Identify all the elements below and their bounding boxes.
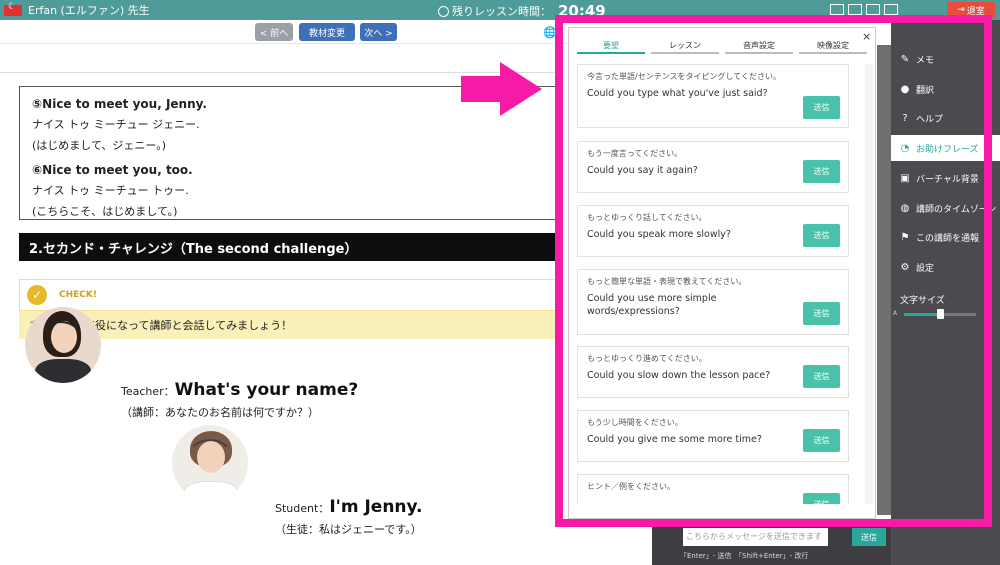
teacher-speech: Teacher：What's your name? （講師：あなたのお名前は何で… bbox=[121, 380, 358, 420]
check-header: ✓ CHECK! bbox=[19, 279, 560, 311]
dialog-line-kana: ナイス トゥ ミーチュー ジェニー. bbox=[32, 118, 200, 131]
chat-send-button[interactable]: 送信 bbox=[852, 528, 886, 546]
clock-icon bbox=[438, 5, 449, 17]
highlight-arrow-head bbox=[500, 62, 542, 116]
teacher-phrase: What's your name? bbox=[174, 380, 359, 400]
teacher-translation: （講師：あなたのお名前は何ですか？） bbox=[121, 406, 319, 419]
layout-1-icon[interactable] bbox=[830, 4, 844, 15]
section-title: 2.セカンド・チャレンジ（The second challenge） bbox=[19, 233, 560, 261]
highlight-arrow-body bbox=[461, 76, 503, 102]
check-label: CHECK! bbox=[59, 290, 97, 300]
student-speech: Student：I'm Jenny. （生徒：私はジェニーです。） bbox=[275, 497, 423, 537]
exit-icon: ⇥ bbox=[957, 5, 965, 15]
next-button[interactable]: 次へ > bbox=[360, 23, 397, 41]
dialog-line-jp: (はじめまして、ジェニー。) bbox=[32, 139, 167, 152]
teacher-avatar bbox=[25, 307, 101, 383]
change-material-button[interactable]: 教材変更 bbox=[299, 23, 355, 41]
lesson-content: ⑤Nice to meet you, Jenny. ナイス トゥ ミーチュー ジ… bbox=[0, 44, 560, 565]
layout-3-icon[interactable] bbox=[866, 4, 880, 15]
dialog-line-jp: (こちらこそ、はじめまして。) bbox=[32, 205, 178, 218]
teacher-role: Teacher： bbox=[121, 385, 175, 398]
material-nav: < 前へ 教材変更 次へ > 🌐 bbox=[0, 20, 650, 44]
student-avatar bbox=[172, 425, 248, 501]
turkey-flag-icon bbox=[4, 2, 22, 16]
prev-button[interactable]: < 前へ bbox=[255, 23, 293, 41]
dialog-line-kana: ナイス トゥ ミーチュー トゥー. bbox=[32, 184, 189, 197]
chat-input[interactable]: こちらからメッセージを送信できます bbox=[683, 528, 828, 546]
dialog-line-en: ⑥Nice to meet you, too. bbox=[32, 163, 193, 177]
layout-switcher bbox=[830, 4, 898, 15]
highlight-frame bbox=[555, 15, 992, 527]
layout-4-icon[interactable] bbox=[884, 4, 898, 15]
remaining-label: 残りレッスン時間： bbox=[452, 5, 551, 18]
check-instruction: あなたが生徒役になって講師と会話してみましょう！ bbox=[19, 311, 560, 339]
dialog-box: ⑤Nice to meet you, Jenny. ナイス トゥ ミーチュー ジ… bbox=[19, 86, 559, 220]
teacher-name: Erfan (エルファン) 先生 bbox=[28, 4, 150, 17]
student-role: Student： bbox=[275, 502, 330, 515]
chat-hint: 「Enter」- 送信 「Shift+Enter」- 改行 bbox=[680, 552, 809, 560]
student-phrase: I'm Jenny. bbox=[329, 497, 423, 517]
layout-2-icon[interactable] bbox=[848, 4, 862, 15]
student-translation: （生徒：私はジェニーです。） bbox=[275, 523, 422, 536]
divider bbox=[0, 72, 560, 73]
check-icon: ✓ bbox=[27, 285, 47, 305]
